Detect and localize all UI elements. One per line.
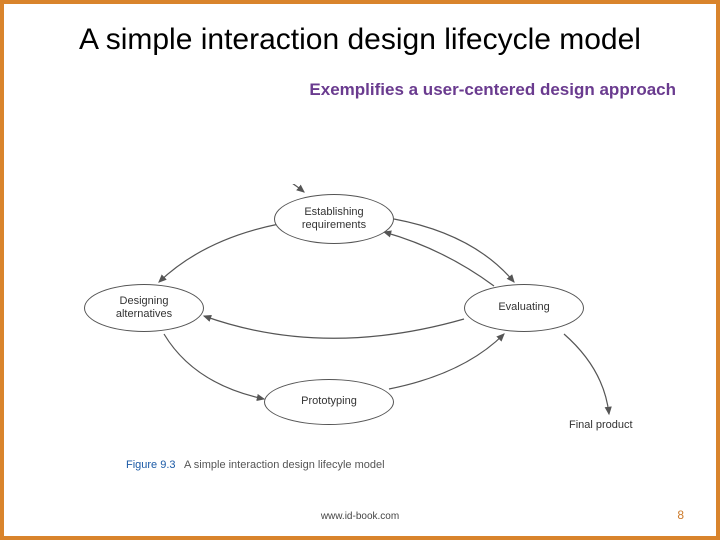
page-number: 8 xyxy=(677,508,684,522)
figure-number: Figure 9.3 xyxy=(126,459,176,471)
final-product-label: Final product xyxy=(569,419,633,431)
figure-caption: Figure 9.3 A simple interaction design l… xyxy=(126,459,385,471)
node-label: Designing alternatives xyxy=(116,295,172,321)
slide-title: A simple interaction design lifecycle mo… xyxy=(44,22,676,58)
footer-url: www.id-book.com xyxy=(4,511,716,522)
node-designing-alternatives: Designing alternatives xyxy=(84,284,204,332)
slide-subtitle: Exemplifies a user-centered design appro… xyxy=(4,80,676,100)
node-label: Prototyping xyxy=(301,395,357,408)
figure-caption-text: A simple interaction design lifecyle mod… xyxy=(184,459,385,471)
node-label: Evaluating xyxy=(498,301,549,314)
node-evaluating: Evaluating xyxy=(464,284,584,332)
node-prototyping: Prototyping xyxy=(264,379,394,425)
node-establishing-requirements: Establishing requirements xyxy=(274,194,394,244)
lifecycle-diagram: Establishing requirements Designing alte… xyxy=(64,184,664,444)
node-label: Establishing requirements xyxy=(302,206,366,232)
slide: A simple interaction design lifecycle mo… xyxy=(0,0,720,540)
